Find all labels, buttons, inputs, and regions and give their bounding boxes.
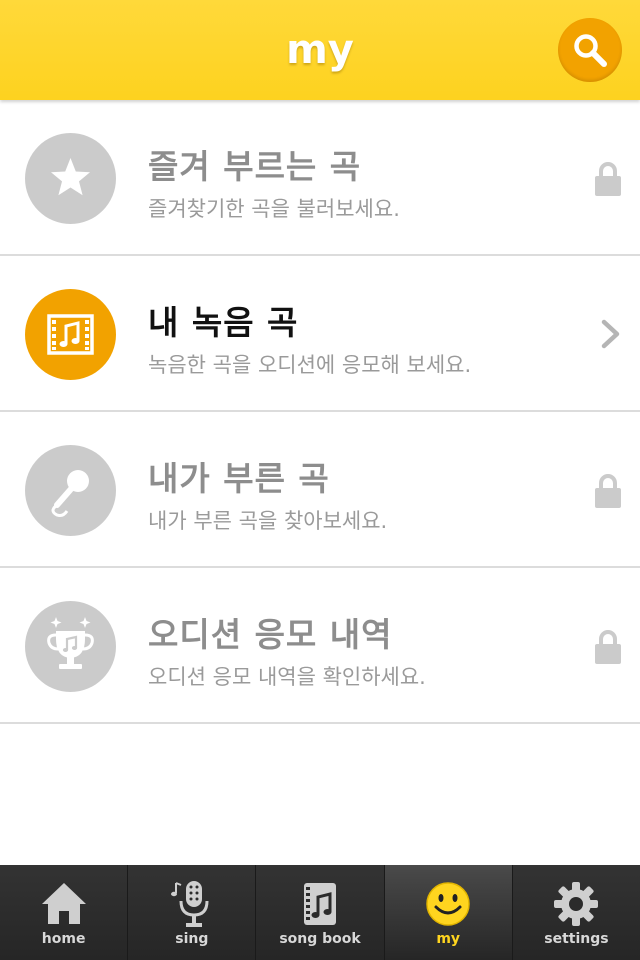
favorites-circle xyxy=(25,133,116,224)
item-title: 내가 부른 곡 xyxy=(148,459,330,498)
list-item-favorites[interactable]: 즐겨 부르는 곡 즐겨찾기한 곡을 불러보세요. xyxy=(0,100,640,256)
audition-circle xyxy=(25,601,116,692)
tab-label: sing xyxy=(175,931,209,947)
songbook-icon xyxy=(304,883,336,925)
list-item-my-recordings[interactable]: 내 녹음 곡 녹음한 곡을 오디션에 응모해 보세요. xyxy=(0,256,640,412)
recordings-circle xyxy=(25,289,116,380)
item-title: 즐겨 부르는 곡 xyxy=(148,147,362,186)
tab-sing[interactable]: sing xyxy=(128,865,257,960)
item-subtitle: 오디션 응모 내역을 확인하세요. xyxy=(148,665,426,689)
page-title: my xyxy=(286,27,354,73)
microphone-icon xyxy=(51,470,89,517)
search-icon xyxy=(574,34,607,67)
item-subtitle: 내가 부른 곡을 찾아보세요. xyxy=(148,509,388,533)
chevron-right-icon xyxy=(601,319,620,349)
my-menu-list: 즐겨 부르는 곡 즐겨찾기한 곡을 불러보세요. 내 녹음 곡 녹음한 곡을 오… xyxy=(0,100,640,724)
tab-label: settings xyxy=(544,931,609,947)
list-item-audition-history[interactable]: 오디션 응모 내역 오디션 응모 내역을 확인하세요. xyxy=(0,568,640,724)
item-subtitle: 녹음한 곡을 오디션에 응모해 보세요. xyxy=(148,353,472,377)
search-button[interactable] xyxy=(558,18,622,82)
header-bar: my xyxy=(0,0,640,100)
item-title: 내 녹음 곡 xyxy=(148,303,299,342)
item-title: 오디션 응모 내역 xyxy=(148,615,393,654)
bottom-tab-bar: home sing song book my settings xyxy=(0,865,640,960)
my-songs-circle xyxy=(25,445,116,536)
lock-icon xyxy=(595,630,621,664)
lock-icon xyxy=(595,162,621,196)
trophy-icon xyxy=(47,617,94,669)
item-subtitle: 즐겨찾기한 곡을 불러보세요. xyxy=(148,197,400,221)
smiley-icon xyxy=(426,882,470,926)
home-icon xyxy=(41,883,86,924)
list-item-my-songs[interactable]: 내가 부른 곡 내가 부른 곡을 찾아보세요. xyxy=(0,412,640,568)
star-icon xyxy=(51,158,90,196)
tab-my[interactable]: my xyxy=(384,865,513,960)
tab-song-book[interactable]: song book xyxy=(256,865,385,960)
tab-label: my xyxy=(436,931,461,947)
gear-icon xyxy=(554,882,599,926)
tab-label: home xyxy=(41,931,86,947)
microphone-icon xyxy=(170,881,209,927)
tab-settings[interactable]: settings xyxy=(512,865,640,960)
film-music-icon xyxy=(47,314,94,355)
tab-label: song book xyxy=(279,931,361,947)
lock-icon xyxy=(595,474,621,508)
tab-home[interactable]: home xyxy=(0,865,129,960)
